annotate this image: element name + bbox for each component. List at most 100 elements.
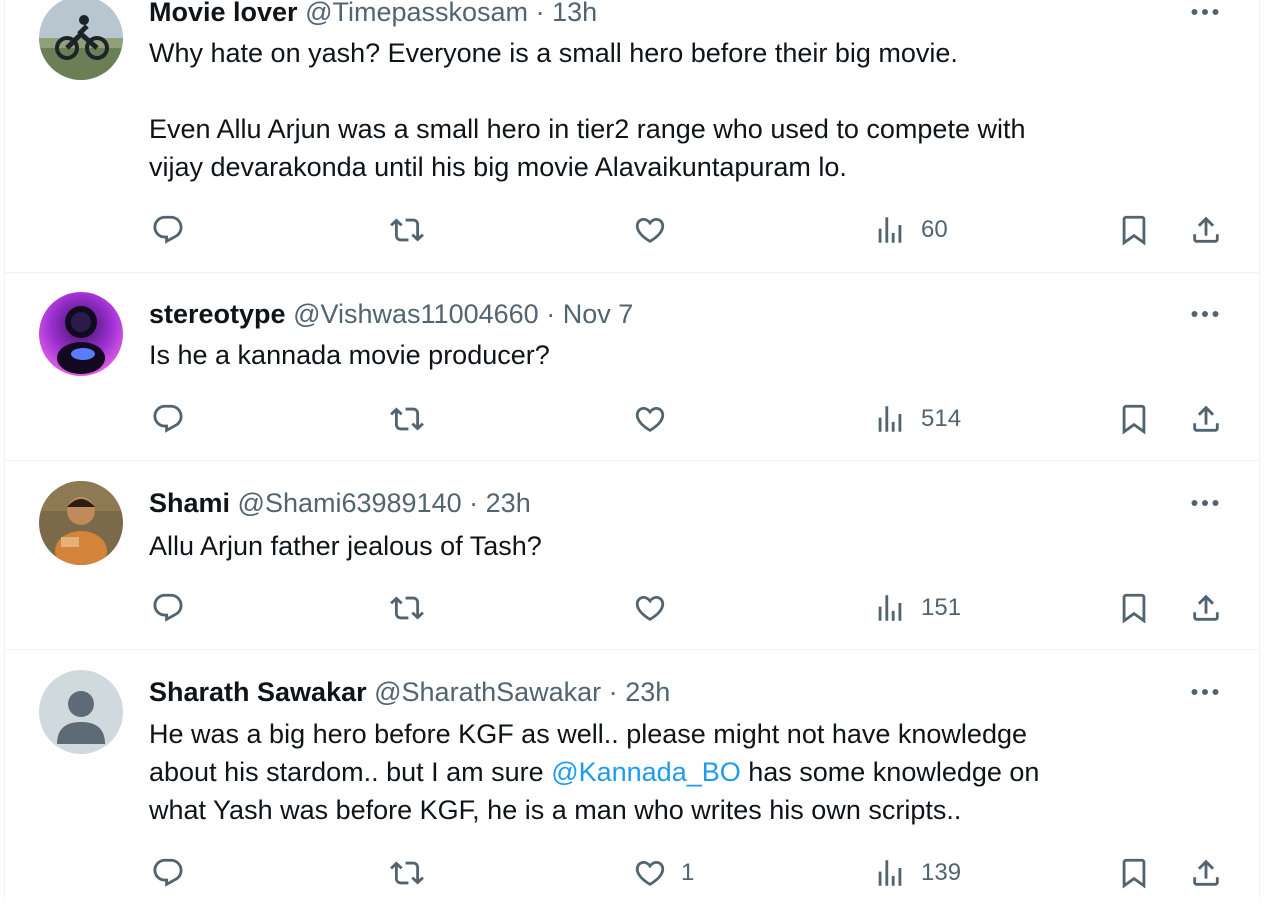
reply-timeline: Movie lover @Timepasskosam · 13h Why hat…	[4, 0, 1260, 900]
reply-icon	[151, 591, 185, 625]
avatar[interactable]	[39, 670, 123, 754]
like-button[interactable]	[633, 397, 681, 441]
reply-button[interactable]	[151, 208, 185, 252]
retweet-button[interactable]	[390, 397, 424, 441]
reply-button[interactable]	[151, 397, 185, 441]
share-button[interactable]	[1189, 851, 1223, 895]
mention-link[interactable]: @Kannada_BO	[551, 757, 741, 787]
bookmark-icon	[1117, 402, 1151, 436]
share-icon	[1189, 591, 1223, 625]
retweet-button[interactable]	[390, 851, 424, 895]
view-count: 139	[921, 859, 962, 886]
default-avatar-image	[39, 670, 123, 754]
author-name[interactable]: Shami	[149, 488, 230, 518]
bookmark-icon	[1117, 213, 1151, 247]
retweet-button[interactable]	[390, 586, 424, 630]
views-icon	[873, 402, 907, 436]
author-handle[interactable]: @Timepasskosam	[305, 0, 528, 27]
tweet-header: Shami @Shami63989140 · 23h	[149, 485, 1169, 521]
retweet-icon	[390, 856, 424, 890]
like-button[interactable]	[633, 208, 681, 252]
more-icon	[1187, 299, 1223, 329]
views-button[interactable]: 139	[873, 851, 961, 895]
author-name[interactable]: Movie lover	[149, 0, 298, 27]
bookmark-button[interactable]	[1117, 208, 1151, 252]
heart-icon	[633, 402, 667, 436]
retweet-button[interactable]	[390, 208, 424, 252]
like-button[interactable]	[633, 586, 681, 630]
views-button[interactable]: 514	[873, 397, 961, 441]
heart-icon	[633, 591, 667, 625]
timestamp[interactable]: 13h	[552, 0, 597, 27]
view-count: 60	[921, 216, 948, 243]
avatar[interactable]	[39, 292, 123, 376]
avatar[interactable]	[39, 481, 123, 565]
timestamp[interactable]: Nov 7	[563, 299, 634, 329]
share-button[interactable]	[1189, 397, 1223, 441]
tweet-text: Why hate on yash? Everyone is a small he…	[149, 34, 1219, 186]
separator-dot: ·	[546, 299, 556, 329]
tweet-actions: 60	[5, 208, 1259, 252]
tweet-actions: 514	[5, 397, 1259, 441]
author-handle[interactable]: @Vishwas11004660	[293, 299, 539, 329]
views-button[interactable]: 60	[873, 208, 948, 252]
bookmark-button[interactable]	[1117, 586, 1151, 630]
tweet-4[interactable]: Sharath Sawakar @SharathSawakar · 23h He…	[5, 650, 1259, 910]
retweet-icon	[390, 402, 424, 436]
reply-button[interactable]	[151, 586, 185, 630]
tweet-2[interactable]: stereotype @Vishwas11004660 · Nov 7 Is h…	[5, 272, 1259, 461]
retweet-icon	[390, 213, 424, 247]
text-segment: about his stardom.. but I am sure	[149, 757, 552, 787]
reply-icon	[151, 856, 185, 890]
tweet-text: Allu Arjun father jealous of Tash?	[149, 527, 1219, 565]
tweet-text: Is he a kannada movie producer?	[149, 336, 1219, 374]
tweet-text-line: about his stardom.. but I am sure @Kanna…	[149, 753, 1219, 791]
view-count: 151	[921, 594, 962, 621]
author-name[interactable]: stereotype	[149, 299, 286, 329]
reply-button[interactable]	[151, 851, 185, 895]
tweet-actions: 151	[5, 586, 1259, 630]
timestamp[interactable]: 23h	[625, 677, 670, 707]
bookmark-button[interactable]	[1117, 851, 1151, 895]
author-name[interactable]: Sharath Sawakar	[149, 677, 367, 707]
tweet-text-line: Allu Arjun father jealous of Tash?	[149, 531, 542, 561]
share-button[interactable]	[1189, 586, 1223, 630]
more-options-button[interactable]	[1187, 299, 1223, 329]
retweet-icon	[390, 591, 424, 625]
more-icon	[1187, 677, 1223, 707]
share-icon	[1189, 213, 1223, 247]
more-options-button[interactable]	[1187, 488, 1223, 518]
tweet-text-line: Why hate on yash? Everyone is a small he…	[149, 38, 958, 68]
tweet-text-line: Is he a kannada movie producer?	[149, 340, 550, 370]
reply-icon	[151, 213, 185, 247]
tweet-header: stereotype @Vishwas11004660 · Nov 7	[149, 296, 1169, 332]
timestamp[interactable]: 23h	[486, 488, 531, 518]
like-button[interactable]: 1	[633, 851, 694, 895]
heart-icon	[633, 213, 667, 247]
tweet-text-line: He was a big hero before KGF as well.. p…	[149, 719, 1027, 749]
more-icon	[1187, 0, 1223, 27]
more-options-button[interactable]	[1187, 677, 1223, 707]
astronaut-avatar-image	[39, 292, 123, 376]
more-options-button[interactable]	[1187, 0, 1223, 27]
tweet-3[interactable]: Shami @Shami63989140 · 23h Allu Arjun fa…	[5, 461, 1259, 650]
bookmark-icon	[1117, 591, 1151, 625]
like-count: 1	[681, 859, 695, 886]
avatar[interactable]	[39, 0, 123, 80]
views-icon	[873, 591, 907, 625]
views-button[interactable]: 151	[873, 586, 961, 630]
bookmark-icon	[1117, 856, 1151, 890]
view-count: 514	[921, 405, 962, 432]
reply-icon	[151, 402, 185, 436]
separator-dot: ·	[469, 488, 479, 518]
tweet-1[interactable]: Movie lover @Timepasskosam · 13h Why hat…	[5, 0, 1259, 273]
share-button[interactable]	[1189, 208, 1223, 252]
bookmark-button[interactable]	[1117, 397, 1151, 441]
share-icon	[1189, 856, 1223, 890]
tweet-text-line: Even Allu Arjun was a small hero in tier…	[149, 114, 1026, 144]
author-handle[interactable]: @Shami63989140	[238, 488, 462, 518]
heart-icon	[633, 856, 667, 890]
author-handle[interactable]: @SharathSawakar	[374, 677, 601, 707]
tweet-header: Sharath Sawakar @SharathSawakar · 23h	[149, 674, 1169, 710]
